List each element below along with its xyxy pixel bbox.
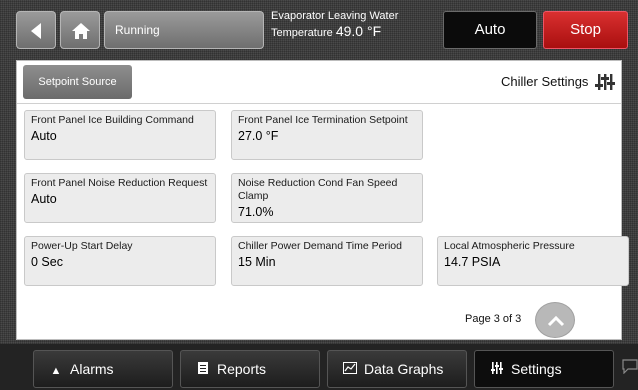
setting-tile-atmospheric-pressure[interactable]: Local Atmospheric Pressure 14.7 PSIA: [437, 236, 629, 286]
back-button[interactable]: [16, 11, 56, 49]
chevron-up-icon: [547, 315, 565, 327]
setting-tile-ice-building-command[interactable]: Front Panel Ice Building Command Auto: [24, 110, 216, 160]
setting-value: 0 Sec: [31, 255, 63, 269]
setting-tile-power-demand-time-period[interactable]: Chiller Power Demand Time Period 15 Min: [231, 236, 423, 286]
evap-label-line2: Temperature: [271, 27, 333, 39]
setting-label: Front Panel Noise Reduction Request: [31, 177, 208, 189]
stop-button[interactable]: Stop: [543, 11, 628, 49]
setting-tile-cond-fan-speed-clamp[interactable]: Noise Reduction Cond Fan Speed Clamp 71.…: [231, 173, 423, 223]
setting-tile-ice-termination-setpoint[interactable]: Front Panel Ice Termination Setpoint 27.…: [231, 110, 423, 160]
status-button[interactable]: Running: [104, 11, 264, 49]
tab-reports-label: Reports: [217, 361, 267, 377]
sliders-icon: [489, 353, 505, 389]
tab-data-graphs-label: Data Graphs: [364, 361, 444, 377]
setting-value: 14.7 PSIA: [444, 255, 501, 269]
setting-label: Power-Up Start Delay: [31, 240, 133, 252]
tab-settings-label: Settings: [511, 361, 562, 377]
header-divider: [17, 103, 621, 104]
home-icon: [72, 23, 90, 39]
document-icon: [195, 353, 211, 389]
chat-icon[interactable]: [622, 358, 638, 374]
sliders-icon[interactable]: [595, 72, 615, 92]
page-indicator: Page 3 of 3: [465, 313, 522, 325]
home-button[interactable]: [60, 11, 100, 49]
mode-button[interactable]: Auto: [443, 11, 537, 49]
tab-alarms[interactable]: ▲ Alarms: [33, 350, 173, 388]
bell-icon: ▲: [50, 365, 62, 377]
tab-data-graphs[interactable]: Data Graphs: [327, 350, 467, 388]
tab-reports[interactable]: Reports: [180, 350, 320, 388]
setting-value: Auto: [31, 192, 57, 206]
back-arrow-icon: [31, 23, 41, 39]
setting-label: Noise Reduction Cond Fan Speed Clamp: [238, 177, 398, 202]
tab-settings[interactable]: Settings: [474, 350, 614, 388]
setting-value: 15 Min: [238, 255, 276, 269]
setting-label: Chiller Power Demand Time Period: [238, 240, 402, 252]
status-label: Running: [115, 23, 160, 37]
setting-label: Front Panel Ice Building Command: [31, 114, 194, 126]
setting-value: 27.0 °F: [238, 129, 279, 143]
tab-alarms-label: Alarms: [70, 361, 114, 377]
setting-tile-power-up-start-delay[interactable]: Power-Up Start Delay 0 Sec: [24, 236, 216, 286]
setting-tile-noise-reduction-request[interactable]: Front Panel Noise Reduction Request Auto: [24, 173, 216, 223]
evaporator-readout: Evaporator Leaving Water Temperature 49.…: [271, 9, 431, 41]
graph-icon: [342, 353, 358, 389]
setting-value: 71.0%: [238, 205, 274, 219]
setting-label: Local Atmospheric Pressure: [444, 240, 575, 252]
page-up-button[interactable]: [535, 302, 575, 338]
setting-value: Auto: [31, 129, 57, 143]
evap-label-line1: Evaporator Leaving Water: [271, 10, 399, 22]
panel-title: Chiller Settings: [501, 74, 589, 89]
settings-panel: Setpoint Source Chiller Settings Front P…: [16, 60, 629, 340]
setpoint-source-button[interactable]: Setpoint Source: [23, 65, 132, 99]
setting-label: Front Panel Ice Termination Setpoint: [238, 114, 408, 126]
evap-value: 49.0 °F: [335, 23, 382, 39]
